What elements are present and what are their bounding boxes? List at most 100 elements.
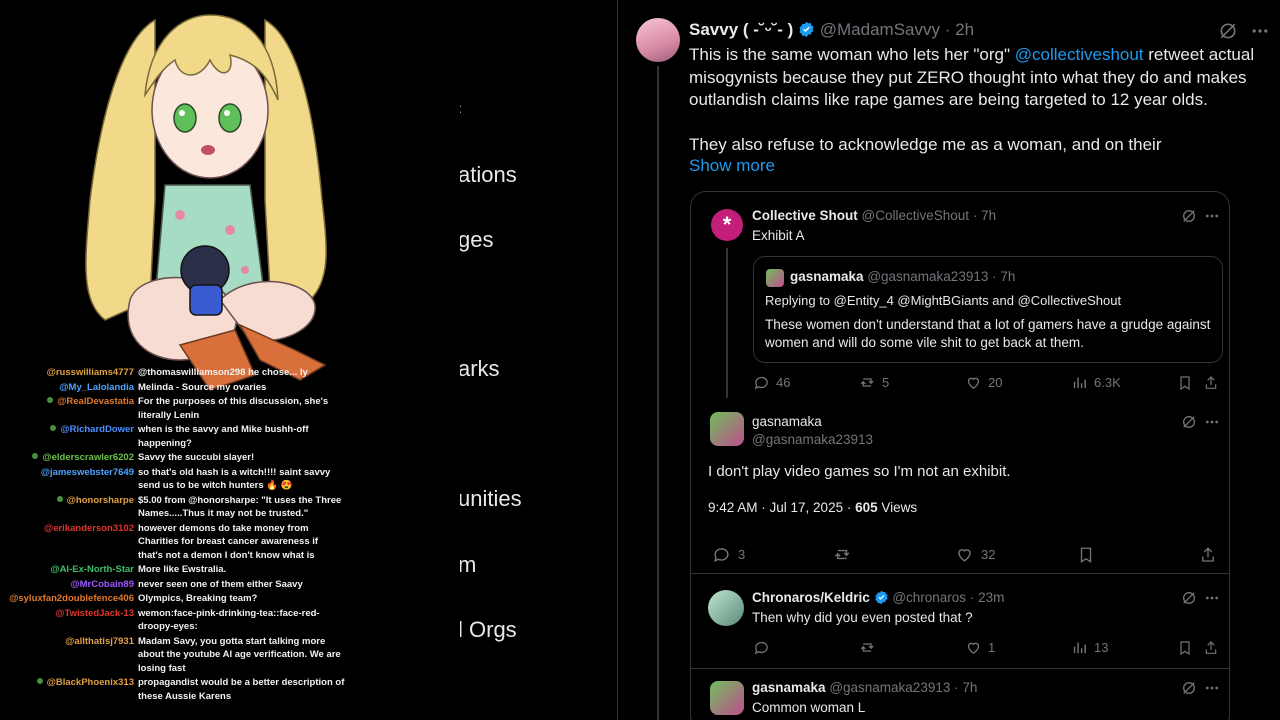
timestamp[interactable]: 7h [962,680,977,695]
display-name[interactable]: Chronaros/Keldric [752,590,870,605]
chat-username[interactable]: @syluxfan2doublefence406 [0,592,138,605]
handle[interactable]: @chronaros [892,590,966,605]
nav-item-verified-orgs[interactable]: l Orgs [460,617,517,643]
show-more-link[interactable]: Show more [689,156,775,176]
more-options-icon[interactable] [1204,414,1220,430]
nested-quote-header: gasnamaka @gasnamaka23913 · 7h [790,269,1015,284]
display-name[interactable]: gasnamaka [790,269,864,284]
grok-icon[interactable] [1181,680,1197,696]
retweet-button[interactable] [833,545,852,564]
view-count: 13 [1094,640,1109,655]
share-icon[interactable] [1203,375,1219,391]
chat-username-text: @My_Lalolandia [59,381,134,393]
mention-link[interactable]: @collectiveshout [1015,45,1144,64]
reply-icon [754,376,768,390]
display-name[interactable]: gasnamaka [752,680,826,695]
chat-username[interactable]: @erikanderson3102 [0,522,138,535]
more-options-icon[interactable] [1204,680,1220,696]
avatar[interactable] [766,269,784,287]
display-name[interactable]: Savvy ( -˘ᵕ˘- ) [689,20,793,39]
reply-button[interactable]: 3 [712,545,745,564]
chat-username[interactable]: @RealDevastatia [0,395,138,408]
more-options-icon[interactable] [1250,21,1270,41]
timestamp[interactable]: 7h [1000,269,1015,284]
chat-username[interactable]: @BlackPhoenix313 [0,676,138,689]
chat-username[interactable]: @allthatisj7931 [0,635,138,648]
reply-button[interactable]: 46 [753,374,790,391]
nav-item-bookmarks[interactable]: arks [460,356,500,382]
retweet-button[interactable]: 5 [859,374,889,391]
chat-username-text: @honorsharpe [66,494,134,506]
chat-username[interactable]: @MrCobain89 [0,578,138,591]
display-name[interactable]: Collective Shout [752,208,858,223]
timestamp[interactable]: 7h [981,208,996,223]
reply-button[interactable] [753,639,770,656]
handle[interactable]: @gasnamaka23913 [752,432,873,447]
chat-message: @RealDevastatia For the purposes of this … [0,395,345,422]
views-button[interactable]: 6.3K [1071,374,1121,391]
like-button[interactable]: 1 [965,639,995,656]
bookmark-icon[interactable] [1177,640,1193,656]
chat-username[interactable]: @TwistedJack-13 [0,607,138,620]
chat-username[interactable]: @jameswebster7649 [0,466,138,479]
chat-username-text: @MrCobain89 [70,578,134,590]
chat-message: @MrCobain89 never seen one of them either… [0,578,345,591]
post-timestamp[interactable]: 9:42 AM · Jul 17, 2025 · [708,500,855,515]
chat-message: @BlackPhoenix313 propagandist would be a … [0,676,345,703]
replying-to: Replying to @Entity_4 @MightBGiants and … [765,293,1122,308]
tweet-text: This is the same woman who lets her "org… [689,44,1269,156]
grok-icon[interactable] [1218,21,1238,41]
timestamp[interactable]: 2h [955,20,974,39]
gasnamaka-avatar[interactable] [710,412,744,446]
view-count: 6.3K [1094,375,1121,390]
views-button[interactable]: 13 [1071,639,1108,656]
sidebar-nav-fragments: : ations ges arks unities m l Orgs [460,0,618,720]
grok-icon[interactable] [1181,208,1197,224]
separator-dot: · [944,20,951,39]
chat-username[interactable]: @My_Lalolandia [0,381,138,394]
timestamp[interactable]: 23m [978,590,1004,605]
more-options-icon[interactable] [1204,208,1220,224]
chat-message-text: Madam Savy, you gotta start talking more… [138,635,341,674]
chat-message: @My_Lalolandia Melinda - Source my ovarie… [0,381,345,394]
nav-item-notifications[interactable]: ations [460,162,517,188]
member-badge-icon [36,678,43,685]
retweet-icon [860,643,874,652]
gasnamaka-avatar[interactable] [710,681,744,715]
handle[interactable]: @CollectiveShout [862,208,970,223]
chat-username[interactable]: @russwilliams4777 [0,366,138,379]
nested-quote[interactable]: gasnamaka @gasnamaka23913 · 7h Replying … [753,256,1223,363]
chat-username[interactable]: @Al-Ex-North-Star [0,563,138,576]
collective-shout-avatar[interactable]: * [711,209,743,241]
grok-icon[interactable] [1181,590,1197,606]
chat-message-text: propagandist would be a better descripti… [138,677,345,702]
nav-item-messages[interactable]: ges [460,227,493,253]
chat-username[interactable]: @honorsharpe [0,494,138,507]
like-button[interactable]: 32 [955,545,995,564]
chat-username[interactable]: @elderscrawler6202 [0,451,138,464]
handle[interactable]: @gasnamaka23913 [867,269,988,284]
grok-icon[interactable] [1181,414,1197,430]
handle[interactable]: @gasnamaka23913 [829,680,950,695]
share-icon[interactable] [1199,546,1217,564]
views-label: Views [877,500,918,515]
bookmark-icon[interactable] [1177,375,1193,391]
tweet-feed: Savvy ( -˘ᵕ˘- ) @MadamSavvy · 2h This is… [618,0,1280,720]
chat-username[interactable]: @RichardDower [0,423,138,436]
avatar[interactable] [636,18,680,62]
more-options-icon[interactable] [1204,590,1220,606]
chronaros-avatar[interactable] [708,590,744,626]
tweet-header: Savvy ( -˘ᵕ˘- ) @MadamSavvy · 2h [689,20,974,40]
nav-item-premium[interactable]: m [460,552,476,578]
like-count: 32 [981,547,996,562]
nav-item-communities[interactable]: unities [460,486,522,512]
like-button[interactable]: 20 [965,374,1002,391]
quoted-thread[interactable]: * Collective Shout @CollectiveShout · 7h… [690,191,1230,720]
retweet-button[interactable] [859,639,876,656]
share-icon[interactable] [1203,640,1219,656]
chat-username-text: @RealDevastatia [57,396,134,408]
display-name[interactable]: gasnamaka [752,414,822,429]
chat-message-text: Olympics, Breaking team? [138,593,258,605]
handle[interactable]: @MadamSavvy [820,20,940,39]
bookmark-icon[interactable] [1077,546,1095,564]
